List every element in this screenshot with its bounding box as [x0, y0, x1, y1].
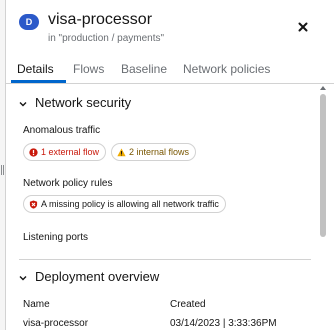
network-policy-rules-label: Network policy rules [23, 178, 113, 189]
external-flow-badge[interactable]: 1 external flow [23, 143, 107, 161]
created-column-header: Created [170, 299, 206, 310]
tab-network-policies[interactable]: Network policies [183, 62, 270, 76]
tab-flows[interactable]: Flows [73, 62, 104, 76]
active-tab-indicator [11, 80, 66, 83]
chevron-down-icon [19, 102, 27, 107]
deployment-badge: D [19, 14, 39, 30]
resize-grip-icon[interactable] [1, 165, 4, 175]
vertical-scrollbar[interactable] [317, 84, 329, 330]
external-flow-text: 1 external flow [41, 147, 100, 157]
missing-policy-text: A missing policy is allowing all network… [41, 199, 219, 209]
section-divider [19, 259, 311, 260]
scroll-up-arrow-icon[interactable] [320, 86, 326, 90]
exclamation-circle-icon [29, 147, 38, 157]
anomalous-traffic-label: Anomalous traffic [23, 125, 101, 136]
listening-ports-label: Listening ports [23, 232, 89, 243]
namespace-subtitle: in "production / payments" [48, 33, 165, 44]
drawer-header: D visa-processor in "production / paymen… [19, 11, 334, 56]
tab-bar: Details Flows Baseline Network policies [5, 54, 334, 84]
tab-details[interactable]: Details [17, 62, 54, 76]
chevron-down-icon [19, 276, 27, 281]
page-title: visa-processor [48, 11, 153, 28]
scrollbar-thumb[interactable] [320, 94, 326, 237]
warning-triangle-icon [117, 148, 126, 156]
internal-flows-badge[interactable]: 2 internal flows [111, 143, 197, 161]
details-content: Network security Anomalous traffic 1 ext… [5, 84, 317, 330]
deployment-overview-title: Deployment overview [35, 269, 160, 284]
missing-policy-badge[interactable]: A missing policy is allowing all network… [23, 195, 226, 213]
shield-alert-icon [29, 199, 38, 209]
close-icon[interactable] [296, 20, 310, 34]
network-security-title: Network security [35, 95, 132, 110]
tab-baseline[interactable]: Baseline [121, 62, 167, 76]
side-drawer-panel: D visa-processor in "production / paymen… [0, 0, 334, 330]
internal-flows-text: 2 internal flows [129, 147, 190, 157]
deployment-name-value: visa-processor [23, 318, 89, 329]
created-timestamp-value: 03/14/2023 | 3:33:36PM [170, 318, 277, 329]
name-column-header: Name [23, 299, 50, 310]
